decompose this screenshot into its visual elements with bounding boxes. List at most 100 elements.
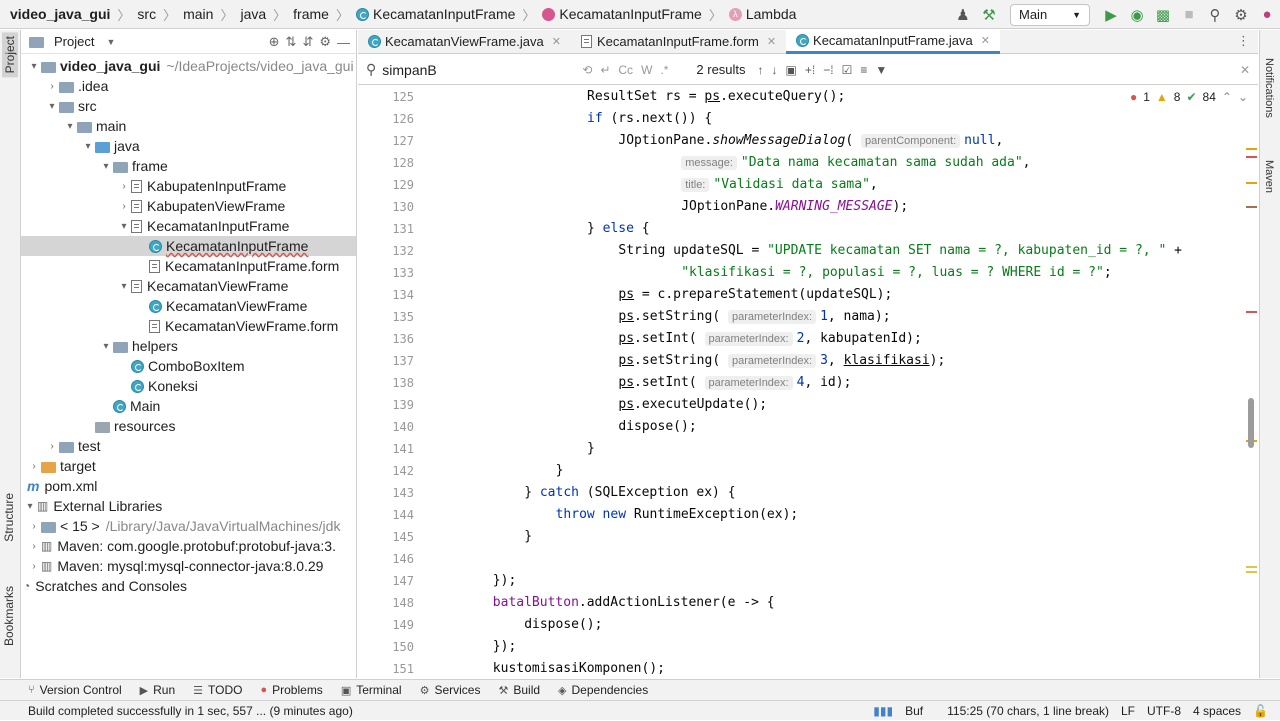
- chevron-down-icon[interactable]: ▾: [81, 141, 95, 152]
- line-number[interactable]: 135: [358, 306, 414, 328]
- editor-scrollbar[interactable]: [1248, 398, 1254, 448]
- build-hammer-icon[interactable]: ⚒: [977, 3, 1001, 27]
- code-line[interactable]: 128 message: "Data nama kecamatan sama sud…: [358, 152, 1258, 174]
- next-occurrence-icon[interactable]: ↓: [772, 63, 778, 77]
- code-line[interactable]: 138 ps.setInt( parameterIndex: 4, id);: [358, 372, 1258, 394]
- tree-item[interactable]: ▾ ▥ External Libraries: [21, 496, 356, 516]
- line-number[interactable]: 127: [358, 130, 414, 152]
- breadcrumb-frame[interactable]: frame: [287, 0, 335, 29]
- line-number[interactable]: 130: [358, 196, 414, 218]
- tree-item[interactable]: m pom.xml: [21, 476, 356, 496]
- previous-occurrence-icon[interactable]: ↑: [758, 63, 764, 77]
- tree-item[interactable]: resources: [21, 416, 356, 436]
- buffer-widget[interactable]: ▮▮▮ Buf: [873, 704, 935, 718]
- line-number[interactable]: 133: [358, 262, 414, 284]
- new-line-icon[interactable]: ↵: [600, 63, 610, 77]
- line-number[interactable]: 145: [358, 526, 414, 548]
- tab-project-tool[interactable]: Project: [2, 32, 18, 78]
- chevron-down-icon[interactable]: ▾: [27, 61, 41, 72]
- tree-item[interactable]: › test: [21, 436, 356, 456]
- expand-all-icon[interactable]: ⇅: [286, 34, 297, 50]
- line-number[interactable]: 138: [358, 372, 414, 394]
- tree-item[interactable]: ▾ src: [21, 96, 356, 116]
- line-number[interactable]: 137: [358, 350, 414, 372]
- remove-occurrence-icon[interactable]: −⁞: [823, 63, 833, 77]
- tree-item[interactable]: › ▥ Maven: com.google.protobuf:protobuf-ja…: [21, 536, 356, 556]
- search-mark[interactable]: [1246, 571, 1257, 573]
- coverage-icon[interactable]: ▩: [1151, 3, 1175, 27]
- tree-item[interactable]: Main: [21, 396, 356, 416]
- chevron-right-icon[interactable]: ›: [27, 461, 41, 472]
- tab-build[interactable]: ⚒ Build: [498, 683, 540, 697]
- line-number[interactable]: 141: [358, 438, 414, 460]
- line-number[interactable]: 134: [358, 284, 414, 306]
- search-icon[interactable]: ⚲: [366, 61, 376, 78]
- history-icon[interactable]: ⟲: [582, 63, 592, 77]
- minimize-icon[interactable]: —: [337, 35, 350, 50]
- chevron-down-icon[interactable]: ▾: [99, 161, 113, 172]
- gear-icon[interactable]: ⚙: [1229, 3, 1253, 27]
- code-line[interactable]: 151 kustomisasiKomponen();: [358, 658, 1258, 678]
- ide-logo-icon[interactable]: ●: [1255, 3, 1279, 27]
- code-line[interactable]: 130 JOptionPane.WARNING_MESSAGE);: [358, 196, 1258, 218]
- warning-mark[interactable]: [1246, 206, 1257, 208]
- code-line[interactable]: 129 title: "Validasi data sama",: [358, 174, 1258, 196]
- line-number[interactable]: 151: [358, 658, 414, 678]
- code-line[interactable]: 146: [358, 548, 1258, 570]
- tree-item[interactable]: ◔ Scratches and Consoles: [21, 576, 356, 596]
- breadcrumb-main[interactable]: main: [177, 0, 219, 29]
- chevron-down-icon[interactable]: ▾: [99, 341, 113, 352]
- error-mark[interactable]: [1246, 311, 1257, 313]
- tab-todo[interactable]: ☰ TODO: [193, 683, 242, 697]
- search-input[interactable]: simpanB: [382, 62, 582, 78]
- chevron-down-icon[interactable]: ▾: [117, 221, 131, 232]
- close-icon[interactable]: ✕: [1240, 63, 1250, 77]
- line-number[interactable]: 142: [358, 460, 414, 482]
- tab-structure-tool[interactable]: Structure: [2, 493, 16, 542]
- tree-item[interactable]: ▾ helpers: [21, 336, 356, 356]
- chevron-down-icon[interactable]: ▾: [23, 501, 37, 512]
- tree-item[interactable]: ▾ video_java_gui ~/IdeaProjects/video_java…: [21, 56, 356, 76]
- select-all-occurrences-icon[interactable]: ▣: [786, 63, 797, 77]
- warning-mark[interactable]: [1246, 148, 1257, 150]
- project-panel-title[interactable]: Project: [54, 34, 94, 49]
- code-line[interactable]: 147});: [358, 570, 1258, 592]
- code-line[interactable]: 140 dispose();: [358, 416, 1258, 438]
- breadcrumb-lambda[interactable]: λ Lambda: [723, 0, 803, 29]
- more-tabs-icon[interactable]: ⋮: [1237, 33, 1250, 49]
- chevron-down-icon[interactable]: ▾: [63, 121, 77, 132]
- chevron-down-icon[interactable]: ▾: [45, 101, 59, 112]
- filter-options-icon[interactable]: ≡: [860, 63, 867, 77]
- chevron-right-icon[interactable]: ›: [27, 521, 41, 532]
- search-mark[interactable]: [1246, 566, 1257, 568]
- code-line[interactable]: 149 dispose();: [358, 614, 1258, 636]
- code-line[interactable]: 145}: [358, 526, 1258, 548]
- regex-toggle[interactable]: .*: [660, 63, 668, 77]
- tree-item[interactable]: › KabupatenInputFrame: [21, 176, 356, 196]
- line-number[interactable]: 140: [358, 416, 414, 438]
- line-number[interactable]: 150: [358, 636, 414, 658]
- error-stripe[interactable]: [1244, 86, 1258, 678]
- chevron-right-icon[interactable]: ›: [45, 81, 59, 92]
- close-icon[interactable]: ✕: [552, 35, 561, 48]
- search-icon[interactable]: ⚲: [1203, 3, 1227, 27]
- line-number[interactable]: 147: [358, 570, 414, 592]
- caret-position[interactable]: 115:25 (70 chars, 1 line break): [947, 704, 1109, 718]
- line-separator[interactable]: LF: [1121, 704, 1135, 718]
- debug-icon[interactable]: ◉: [1125, 3, 1149, 27]
- line-number[interactable]: 144: [358, 504, 414, 526]
- breadcrumb-java[interactable]: java: [234, 0, 272, 29]
- code-editor[interactable]: ● 1 ▲ 8 ✔ 84 ⌃ ⌄ 125 ResultSet rs = ps.execu…: [358, 86, 1258, 678]
- warning-mark[interactable]: [1246, 182, 1257, 184]
- error-mark[interactable]: [1246, 156, 1257, 158]
- tree-item[interactable]: › .idea: [21, 76, 356, 96]
- code-line[interactable]: 131} else {: [358, 218, 1258, 240]
- editor-tab[interactable]: KecamatanViewFrame.java ✕: [358, 30, 571, 54]
- gear-icon[interactable]: ⚙: [319, 34, 331, 50]
- tree-item[interactable]: ▾ java: [21, 136, 356, 156]
- code-line[interactable]: 136 ps.setInt( parameterIndex: 2, kabupate…: [358, 328, 1258, 350]
- collapse-all-icon[interactable]: ⇵: [302, 34, 313, 50]
- tree-item[interactable]: › KabupatenViewFrame: [21, 196, 356, 216]
- tab-version-control[interactable]: ⑂ Version Control: [28, 683, 122, 697]
- tree-item[interactable]: ▾ KecamatanInputFrame: [21, 216, 356, 236]
